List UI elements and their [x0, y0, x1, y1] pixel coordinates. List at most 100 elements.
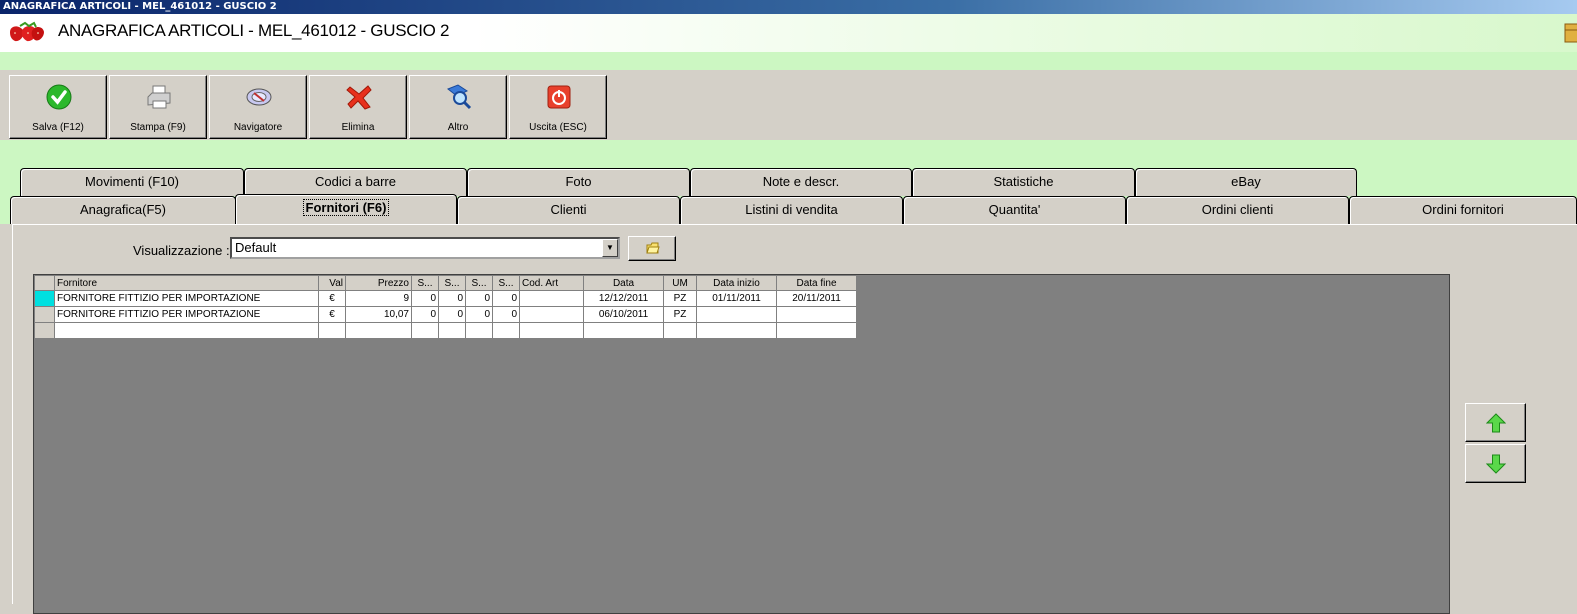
cell-fornitore[interactable]: FORNITORE FITTIZIO PER IMPORTAZIONE	[54, 306, 319, 323]
col-header-val[interactable]: Val	[318, 275, 346, 291]
printer-icon	[147, 85, 171, 109]
save-button[interactable]: Salva (F12)	[9, 75, 107, 139]
table-row-new[interactable]	[34, 322, 857, 339]
cell-val[interactable]: €	[318, 306, 346, 323]
tab-ordini-fornitori[interactable]: Ordini fornitori	[1349, 196, 1577, 224]
cell-data-fine[interactable]	[776, 322, 857, 339]
view-select[interactable]: Default ▼	[230, 237, 620, 259]
delete-x-icon	[346, 85, 372, 110]
cell-s1[interactable]: 0	[411, 306, 439, 323]
cell-prezzo[interactable]: 9	[345, 290, 412, 307]
print-button[interactable]: Stampa (F9)	[109, 75, 207, 139]
move-up-button[interactable]	[1465, 403, 1526, 442]
tab-quantita[interactable]: Quantita'	[903, 196, 1126, 224]
grid-header-row: Fornitore Val Prezzo S... S... S... S...…	[34, 275, 857, 291]
delete-button[interactable]: Elimina	[309, 75, 407, 139]
cell-val[interactable]: €	[318, 290, 346, 307]
cell-data[interactable]: 06/10/2011	[583, 306, 664, 323]
move-down-button[interactable]	[1465, 444, 1526, 483]
tab-note-e-descr[interactable]: Note e descr.	[690, 168, 912, 196]
cell-s2[interactable]: 0	[438, 290, 466, 307]
cell-prezzo[interactable]: 10,07	[345, 306, 412, 323]
exit-button[interactable]: Uscita (ESC)	[509, 75, 607, 139]
arrow-down-icon	[1486, 454, 1506, 474]
toolbar: Salva (F12) Stampa (F9) Navigatore Elimi…	[4, 70, 1577, 140]
cell-s4[interactable]	[492, 322, 520, 339]
search-magnifier-icon	[447, 84, 472, 110]
col-header-cod-art[interactable]: Cod. Art	[519, 275, 584, 291]
col-header-data-fine[interactable]: Data fine	[776, 275, 857, 291]
col-header-data-inizio[interactable]: Data inizio	[696, 275, 777, 291]
tab-fornitori[interactable]: Fornitori (F6)	[235, 194, 457, 224]
cell-s1[interactable]	[411, 322, 439, 339]
delete-button-label: Elimina	[341, 122, 375, 133]
col-header-s1[interactable]: S...	[411, 275, 439, 291]
col-header-s2[interactable]: S...	[438, 275, 466, 291]
table-row[interactable]: FORNITORE FITTIZIO PER IMPORTAZIONE € 9 …	[34, 290, 857, 307]
tab-anagrafica[interactable]: Anagrafica(F5)	[10, 196, 236, 224]
cell-s3[interactable]: 0	[465, 306, 493, 323]
cell-fornitore[interactable]: FORNITORE FITTIZIO PER IMPORTAZIONE	[54, 290, 319, 307]
navigator-button[interactable]: Navigatore	[209, 75, 307, 139]
toolbar-band	[0, 140, 1577, 168]
cell-data-fine[interactable]: 20/11/2011	[776, 290, 857, 307]
exit-button-label: Uscita (ESC)	[529, 122, 587, 133]
col-header-prezzo[interactable]: Prezzo	[345, 275, 412, 291]
table-row[interactable]: FORNITORE FITTIZIO PER IMPORTAZIONE € 10…	[34, 306, 857, 323]
cell-um[interactable]: PZ	[663, 290, 697, 307]
cell-data[interactable]	[583, 322, 664, 339]
col-header-um[interactable]: UM	[663, 275, 697, 291]
cell-cod-art[interactable]	[519, 322, 584, 339]
row-indicator[interactable]	[34, 322, 55, 339]
check-icon	[46, 84, 72, 110]
cell-val[interactable]	[318, 322, 346, 339]
suppliers-grid-area: Fornitore Val Prezzo S... S... S... S...…	[33, 274, 1450, 614]
dropdown-arrow-icon[interactable]: ▼	[602, 239, 618, 257]
cell-data-inizio[interactable]	[696, 306, 777, 323]
col-header-fornitore[interactable]: Fornitore	[54, 275, 319, 291]
cell-cod-art[interactable]	[519, 290, 584, 307]
cell-s3[interactable]	[465, 322, 493, 339]
tab-listini-di-vendita[interactable]: Listini di vendita	[680, 196, 903, 224]
cell-data-fine[interactable]	[776, 306, 857, 323]
cell-data-inizio[interactable]: 01/11/2011	[696, 290, 777, 307]
cell-um[interactable]	[663, 322, 697, 339]
cell-s2[interactable]	[438, 322, 466, 339]
window-title-bar: ANAGRAFICA ARTICOLI - MEL_461012 - GUSCI…	[0, 0, 1577, 14]
col-header-s3[interactable]: S...	[465, 275, 493, 291]
tab-statistiche[interactable]: Statistiche	[912, 168, 1135, 196]
tab-codici-a-barre[interactable]: Codici a barre	[244, 168, 467, 196]
app-header: ANAGRAFICA ARTICOLI - MEL_461012 - GUSCI…	[0, 14, 1577, 52]
cell-s1[interactable]: 0	[411, 290, 439, 307]
tab-ebay[interactable]: eBay	[1135, 168, 1357, 196]
tab-ordini-clienti[interactable]: Ordini clienti	[1126, 196, 1349, 224]
folder-button[interactable]	[628, 236, 676, 261]
grid-corner	[34, 275, 55, 291]
suppliers-grid: Fornitore Val Prezzo S... S... S... S...…	[34, 275, 857, 339]
other-button[interactable]: Altro	[409, 75, 507, 139]
cell-um[interactable]: PZ	[663, 306, 697, 323]
cell-s4[interactable]: 0	[492, 290, 520, 307]
navigator-icon	[246, 88, 272, 106]
cell-s4[interactable]: 0	[492, 306, 520, 323]
cell-s3[interactable]: 0	[465, 290, 493, 307]
cell-prezzo[interactable]	[345, 322, 412, 339]
cell-s2[interactable]: 0	[438, 306, 466, 323]
other-button-label: Altro	[447, 122, 469, 133]
tab-movimenti[interactable]: Movimenti (F10)	[20, 168, 244, 196]
col-header-data[interactable]: Data	[583, 275, 664, 291]
tab-foto[interactable]: Foto	[467, 168, 690, 196]
cell-fornitore[interactable]	[54, 322, 319, 339]
save-button-label: Salva (F12)	[32, 122, 84, 133]
tab-clienti[interactable]: Clienti	[457, 196, 680, 224]
col-header-s4[interactable]: S...	[492, 275, 520, 291]
view-select-value: Default	[235, 240, 277, 255]
strawberry-logo-icon	[10, 21, 44, 42]
cell-data[interactable]: 12/12/2011	[583, 290, 664, 307]
navigator-button-label: Navigatore	[233, 122, 283, 133]
cell-cod-art[interactable]	[519, 306, 584, 323]
power-icon	[547, 85, 571, 109]
row-indicator[interactable]	[34, 290, 55, 307]
cell-data-inizio[interactable]	[696, 322, 777, 339]
row-indicator[interactable]	[34, 306, 55, 323]
